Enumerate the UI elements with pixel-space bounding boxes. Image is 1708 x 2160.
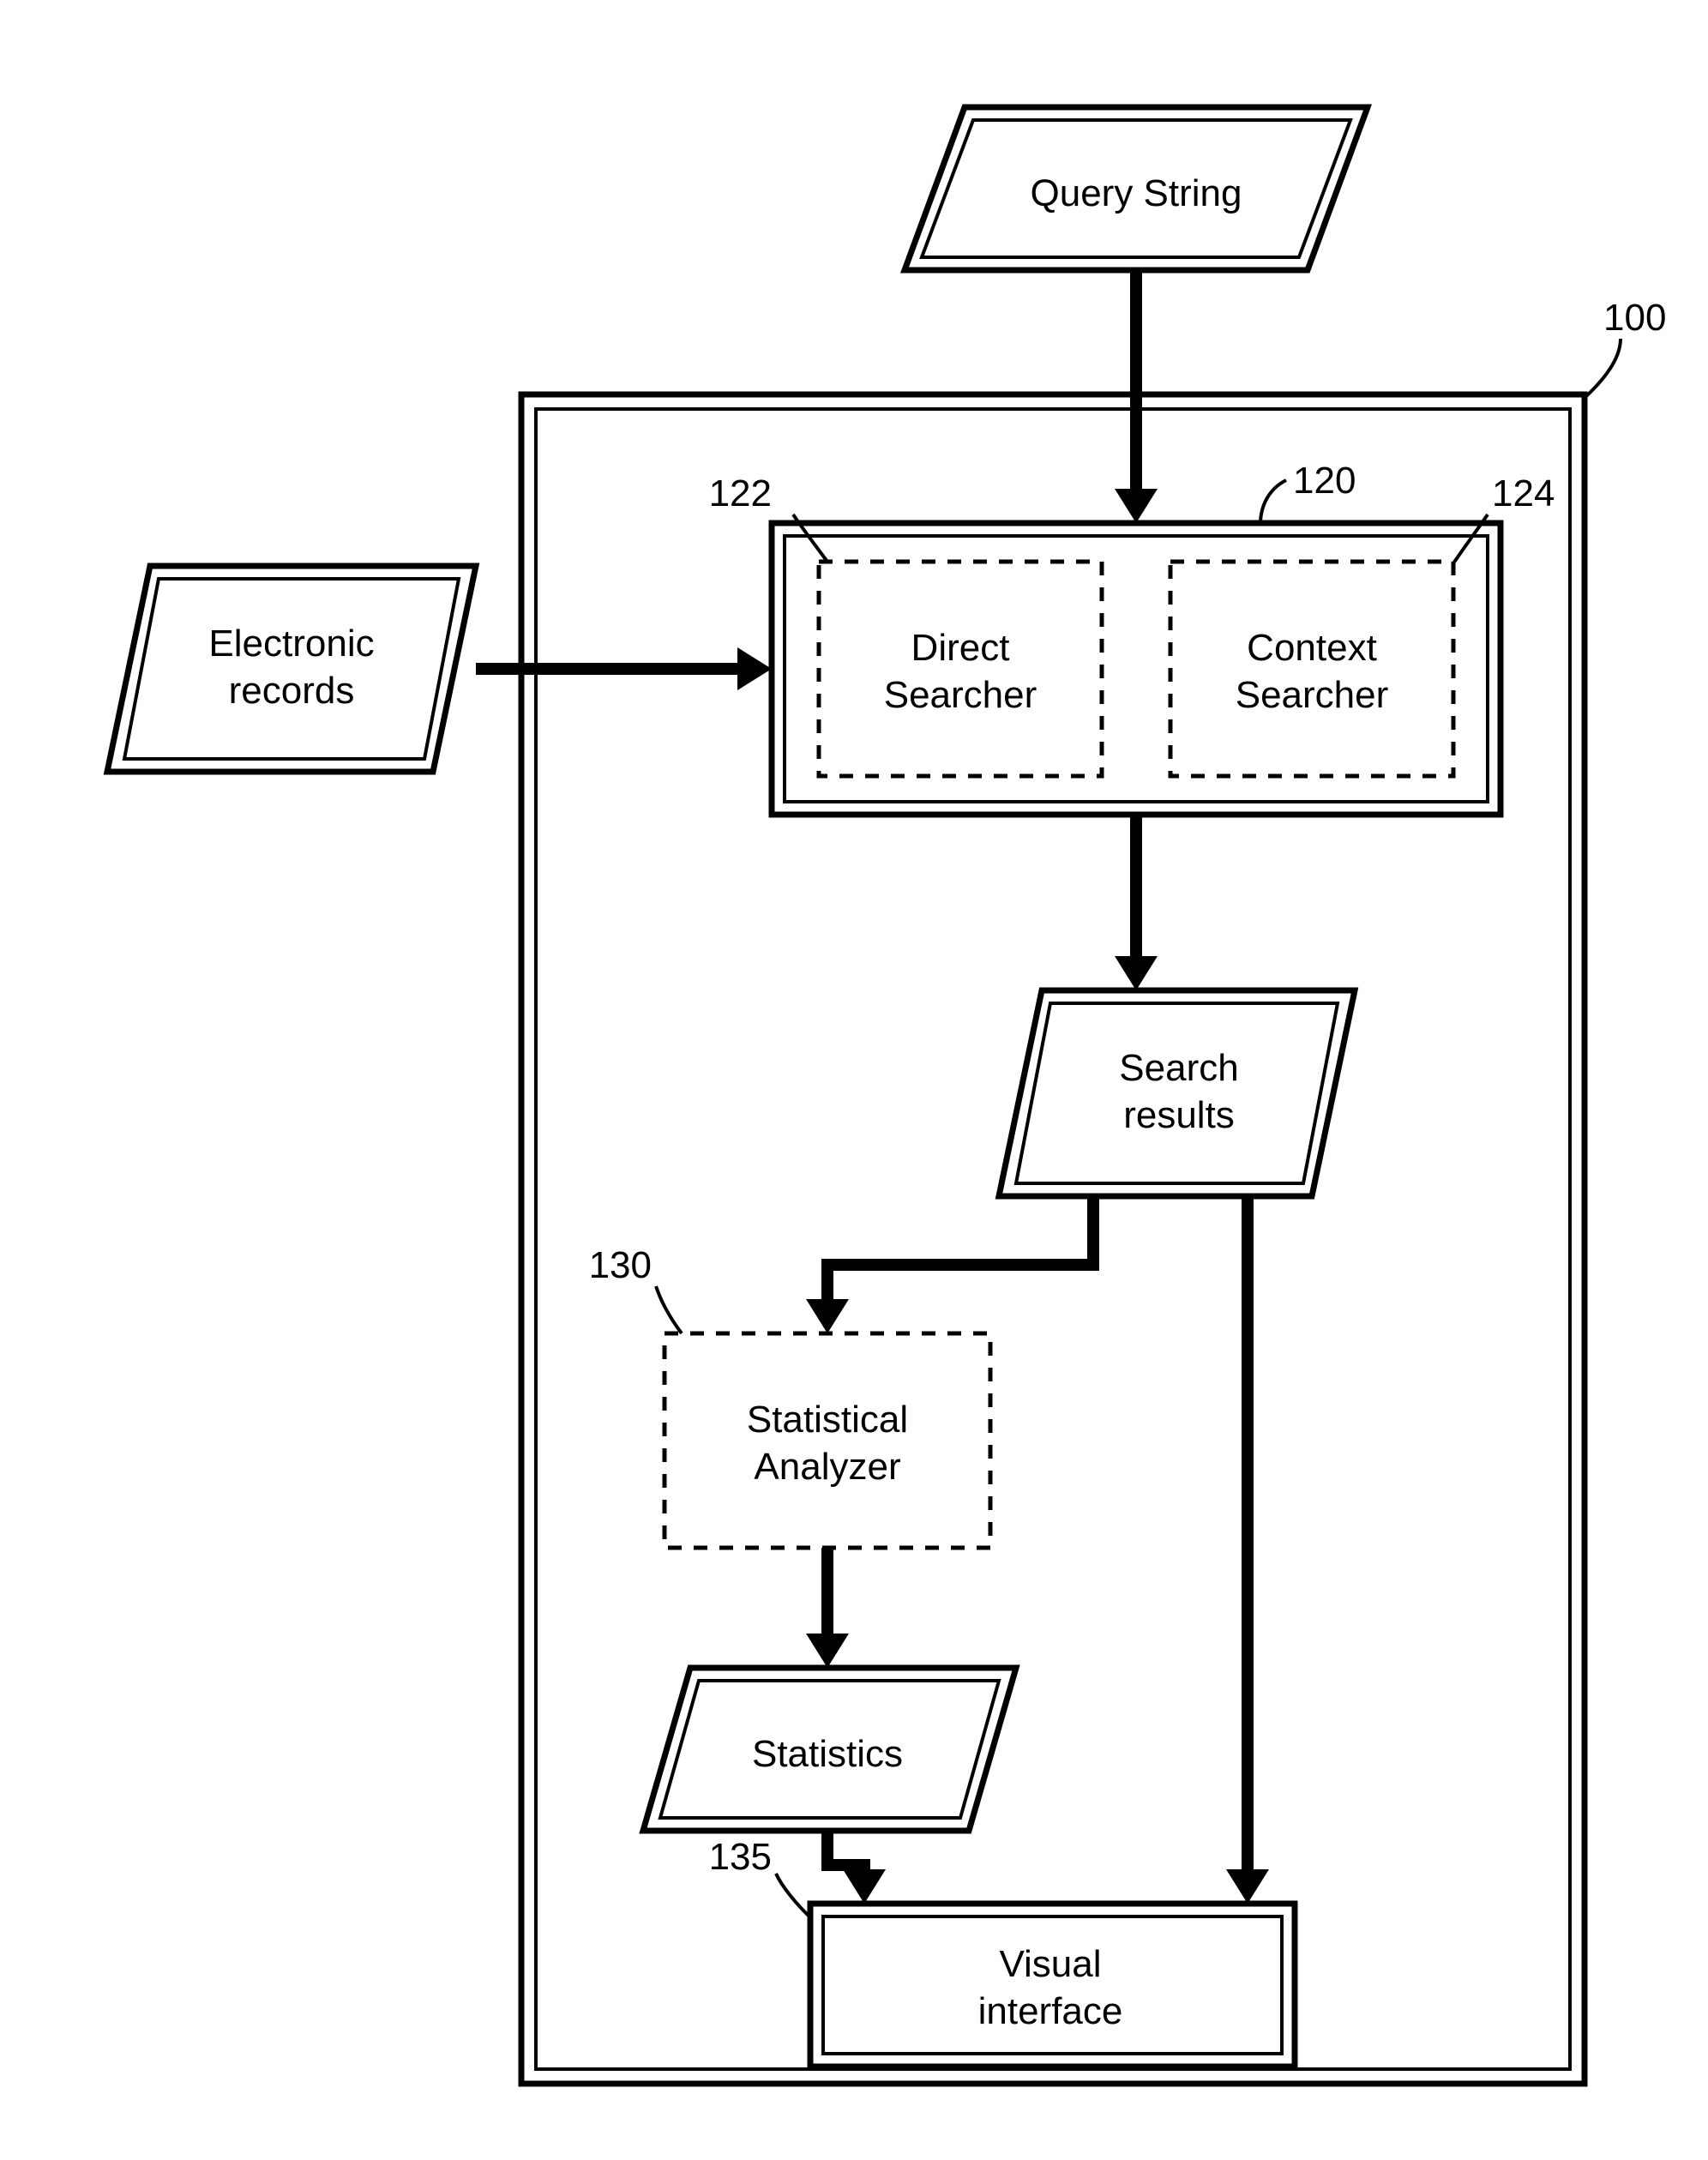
search-results-label-1: Search: [1119, 1047, 1238, 1089]
arrow-searcher-to-results: [1115, 815, 1158, 990]
statistical-analyzer-node: Statistical Analyzer: [665, 1333, 990, 1548]
ref-130: 130: [589, 1244, 682, 1333]
context-searcher-label-2: Searcher: [1236, 674, 1389, 716]
context-searcher-node: Context Searcher: [1170, 562, 1453, 776]
arrow-analyzer-to-statistics: [806, 1548, 849, 1668]
electronic-records-node: Electronic records: [107, 566, 476, 772]
query-string-label: Query String: [1031, 172, 1242, 214]
query-string-node: Query String: [905, 107, 1368, 270]
electronic-records-label-1: Electronic: [208, 623, 374, 665]
statistics-label: Statistics: [752, 1733, 903, 1775]
statistical-analyzer-label-2: Analyzer: [754, 1446, 900, 1488]
ref-135-label: 135: [709, 1836, 772, 1878]
ref-100-label: 100: [1603, 297, 1666, 339]
ref-130-label: 130: [589, 1244, 652, 1286]
electronic-records-label-2: records: [229, 670, 355, 712]
visual-interface-node: Visual interface: [810, 1904, 1295, 2067]
search-results-node: Search results: [999, 990, 1355, 1196]
ref-124-label: 124: [1492, 472, 1555, 514]
visual-interface-label-2: interface: [978, 1990, 1123, 2032]
arrow-results-to-analyzer: [806, 1196, 1099, 1333]
direct-searcher-node: Direct Searcher: [819, 562, 1102, 776]
ref-135: 135: [709, 1836, 812, 1919]
ref-122-label: 122: [709, 472, 772, 514]
ref-120-label: 120: [1293, 460, 1356, 502]
context-searcher-label-1: Context: [1247, 627, 1377, 669]
statistics-node: Statistics: [643, 1668, 1016, 1831]
arrow-statistics-to-visual: [821, 1831, 886, 1904]
direct-searcher-label-1: Direct: [911, 627, 1010, 669]
search-results-label-2: results: [1123, 1094, 1235, 1136]
statistical-analyzer-label-1: Statistical: [747, 1399, 908, 1441]
direct-searcher-label-2: Searcher: [884, 674, 1037, 716]
ref-120: 120: [1260, 460, 1356, 524]
arrow-results-to-visual: [1226, 1196, 1269, 1904]
visual-interface-label-1: Visual: [999, 1943, 1101, 1985]
flow-diagram: 100 Query String Electronic records 120 …: [0, 0, 1708, 2160]
ref-100: 100: [1586, 297, 1666, 396]
